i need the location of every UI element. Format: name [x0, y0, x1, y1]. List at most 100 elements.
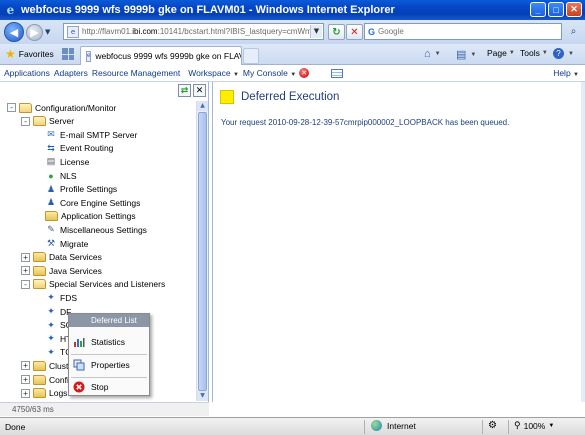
- window-title: webfocus 9999 wfs 9999b gke on FLAVM01 -…: [21, 4, 395, 16]
- tree-node[interactable]: ✦ FDS: [45, 291, 77, 304]
- print-button[interactable]: ▤ ▼: [456, 48, 476, 61]
- expand-icon[interactable]: +: [21, 388, 30, 398]
- table-view-icon[interactable]: [331, 68, 344, 78]
- menu-workspace[interactable]: Workspace ▼: [188, 68, 239, 78]
- collapse-icon[interactable]: -: [21, 279, 30, 289]
- menu-adapters[interactable]: Adapters: [54, 68, 88, 78]
- queued-message: Your request 2010-09-28-12-39-57cmrpip00…: [221, 118, 510, 127]
- quick-tabs-icon[interactable]: [62, 48, 74, 60]
- tree-node[interactable]: + Java Services: [21, 264, 102, 277]
- address-toolbar: ◀ ▶ ▼ e http://flavm01.ibi.com:10141/bcs…: [0, 20, 585, 44]
- stop-button[interactable]: ✕: [346, 24, 363, 40]
- search-go-icon[interactable]: ⌕: [566, 24, 581, 40]
- recent-pages-dropdown[interactable]: ▼: [45, 28, 50, 36]
- tree-node[interactable]: ● NLS: [45, 169, 76, 182]
- ie-logo-icon: e: [6, 2, 15, 17]
- close-panel-icon[interactable]: ✕: [193, 84, 206, 97]
- tree-node[interactable]: ✉ E-mail SMTP Server: [45, 128, 137, 141]
- forward-button[interactable]: ▶: [26, 23, 43, 41]
- address-dropdown-icon[interactable]: ▼: [310, 25, 322, 38]
- menu-resource-management[interactable]: Resource Management: [92, 68, 180, 78]
- folder-open-icon: [33, 279, 46, 290]
- new-tab-button[interactable]: [243, 48, 259, 64]
- folder-icon: [33, 388, 46, 399]
- tree-node[interactable]: - Server: [21, 115, 74, 128]
- folder-open-icon: [33, 116, 46, 127]
- protected-mode-icon[interactable]: ⚙: [488, 420, 497, 431]
- tree-node[interactable]: + Data Services: [21, 251, 102, 264]
- tree-node-label: Event Routing: [60, 143, 114, 154]
- tree-node-label: FDS: [60, 292, 77, 303]
- scrollbar-thumb[interactable]: [198, 112, 207, 391]
- help-icon: ?: [553, 48, 564, 59]
- globe-icon: ●: [48, 170, 54, 181]
- address-bar[interactable]: e http://flavm01.ibi.com:10141/bcstart.h…: [63, 23, 324, 40]
- app-menu-bar: Applications Adapters Resource Managemen…: [0, 65, 585, 82]
- tree-node-label: Special Services and Listeners: [49, 279, 166, 290]
- page-icon: e: [67, 25, 79, 38]
- scroll-up-icon[interactable]: ▲: [197, 101, 208, 111]
- page-menu[interactable]: Page ▼: [487, 48, 515, 58]
- tree-node[interactable]: ✎ Miscellaneous Settings: [45, 223, 147, 236]
- tree-node[interactable]: ▤ License: [45, 155, 90, 168]
- tools-menu[interactable]: Tools ▼: [520, 48, 548, 58]
- context-item-stop[interactable]: Stop: [69, 379, 149, 395]
- folder-icon: [33, 360, 46, 371]
- content-title: Deferred Execution: [241, 91, 340, 103]
- expand-icon[interactable]: +: [21, 266, 30, 276]
- context-menu: Deferred List Statistics Properties Stop: [68, 313, 150, 396]
- expand-icon[interactable]: +: [21, 252, 30, 262]
- refresh-tree-icon[interactable]: ⇄: [178, 84, 191, 97]
- home-button[interactable]: ⌂ ▼: [424, 48, 441, 60]
- expand-icon[interactable]: +: [21, 375, 30, 384]
- menu-applications[interactable]: Applications: [4, 68, 50, 78]
- folder-icon: [33, 252, 46, 263]
- close-console-icon[interactable]: ✕: [299, 68, 310, 78]
- minimize-button[interactable]: _: [530, 2, 546, 17]
- favorites-bar: ★ Favorites e webfocus 9999 wfs 9999b gk…: [0, 44, 585, 65]
- listener-icon: ✦: [47, 346, 55, 357]
- favorites-button[interactable]: ★ Favorites: [5, 47, 54, 61]
- tree-node[interactable]: ⇆ Event Routing: [45, 142, 113, 155]
- close-window-button[interactable]: ✕: [566, 2, 582, 17]
- tree-node[interactable]: - Special Services and Listeners: [21, 278, 165, 291]
- tree-node-label: Core Engine Settings: [60, 197, 141, 208]
- email-server-icon: ✉: [47, 129, 55, 140]
- window-titlebar: e webfocus 9999 wfs 9999b gke on FLAVM01…: [0, 0, 585, 20]
- tree-node[interactable]: + Config: [21, 373, 74, 386]
- listener-icon: ✦: [47, 306, 55, 316]
- tree-scrollbar[interactable]: ▲ ▼: [196, 101, 208, 401]
- menu-help[interactable]: Help ▼: [553, 68, 579, 78]
- collapse-icon[interactable]: -: [21, 116, 30, 126]
- folder-icon: [45, 211, 58, 222]
- expand-icon[interactable]: +: [21, 361, 30, 371]
- tree-node[interactable]: Application Settings: [45, 210, 136, 223]
- url-text[interactable]: http://flavm01.ibi.com:10141/bcstart.htm…: [82, 27, 318, 36]
- zoom-icon: ⚲: [514, 420, 521, 430]
- tree-node[interactable]: - Configuration/Monitor: [7, 101, 116, 114]
- tree-node[interactable]: ♟ Profile Settings: [45, 183, 117, 196]
- browser-tab[interactable]: e webfocus 9999 wfs 9999b gke on FLAVM01: [80, 46, 242, 65]
- context-item-statistics[interactable]: Statistics: [69, 334, 149, 350]
- google-icon: G: [368, 26, 376, 37]
- back-button[interactable]: ◀: [4, 22, 24, 42]
- search-box[interactable]: G: [364, 23, 562, 40]
- tree-node-label: E-mail SMTP Server: [60, 129, 138, 140]
- help-menu-button[interactable]: ? ▼: [553, 48, 574, 59]
- collapse-icon[interactable]: -: [7, 103, 16, 112]
- menu-my-console[interactable]: My Console ▼: [243, 68, 296, 78]
- maximize-button[interactable]: □: [548, 2, 564, 17]
- scroll-down-icon[interactable]: ▼: [197, 391, 208, 401]
- tree-node[interactable]: ⚒ Migrate: [45, 237, 88, 250]
- zoom-level[interactable]: ⚲ 100% ▼: [514, 420, 554, 431]
- stop-icon: [73, 381, 85, 393]
- content-edge: [581, 82, 585, 402]
- folder-open-icon: [19, 102, 32, 113]
- refresh-button[interactable]: ↻: [328, 24, 345, 40]
- tree-node[interactable]: ♟ Core Engine Settings: [45, 196, 140, 209]
- security-zone[interactable]: Internet: [371, 420, 416, 431]
- tree-node[interactable]: + Cluste: [21, 359, 73, 372]
- context-item-properties[interactable]: Properties: [69, 357, 149, 373]
- tab-title: webfocus 9999 wfs 9999b gke on FLAVM01: [95, 51, 241, 61]
- search-input[interactable]: [378, 27, 539, 36]
